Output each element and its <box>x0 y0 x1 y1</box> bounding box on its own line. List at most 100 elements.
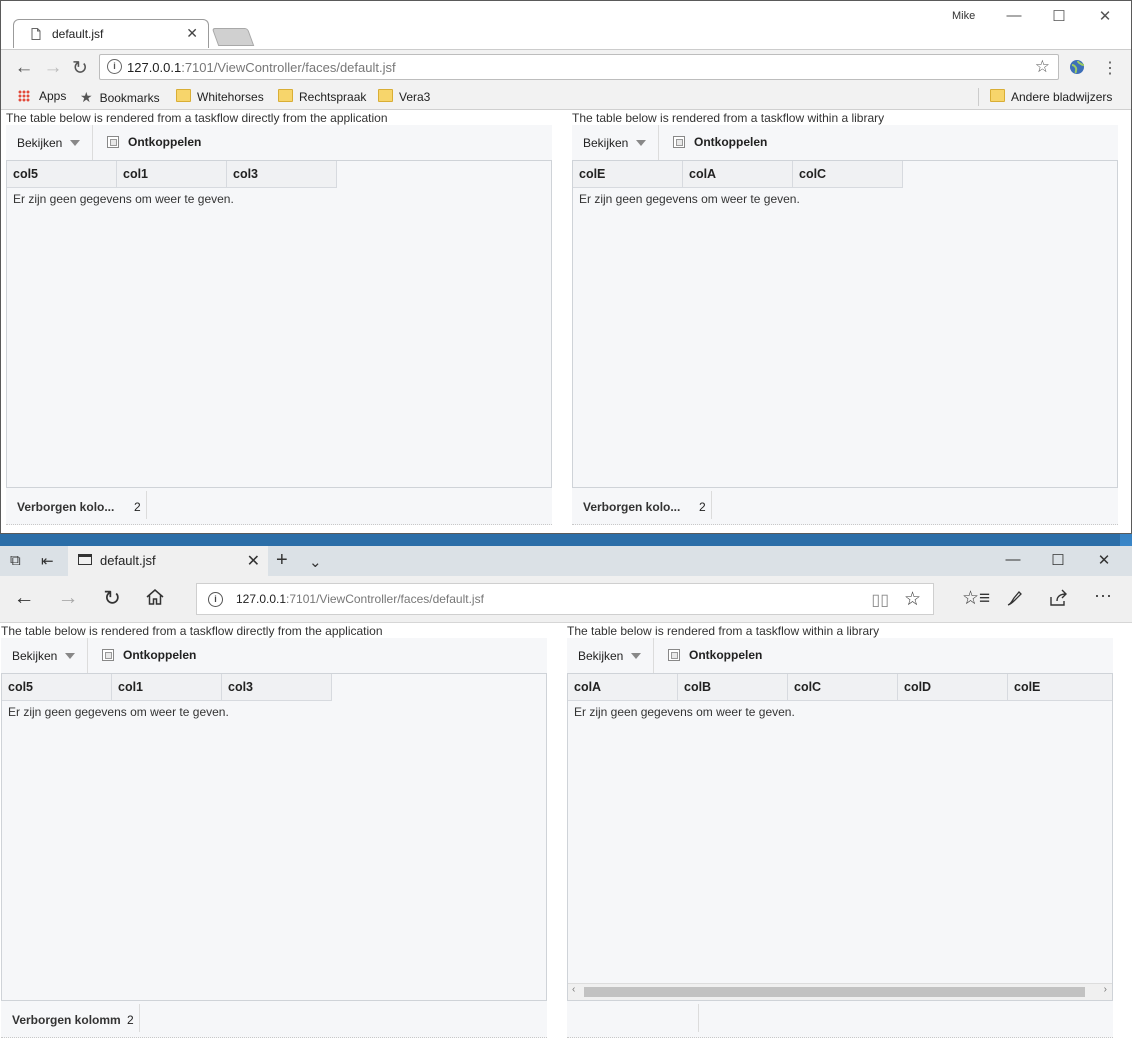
profile-name[interactable]: Mike <box>952 10 975 22</box>
bookmark-star-icon[interactable]: ☆ <box>1035 57 1050 77</box>
toolbar-separator <box>87 638 88 673</box>
forward-arrow-icon[interactable]: → <box>55 586 81 610</box>
edge-tab-title: default.jsf <box>100 553 156 568</box>
bookmark-whitehorses[interactable]: Whitehorses <box>176 89 264 104</box>
horizontal-scrollbar[interactable]: ‹ › <box>568 983 1112 1000</box>
view-menu-button[interactable]: Bekijken <box>583 136 647 150</box>
library-taskflow-panel: The table below is rendered from a taskf… <box>567 623 1113 1038</box>
chrome-window: default.jsf ✕ Mike — ☐ ✕ ← → ↻ i 127.0.0… <box>0 0 1132 534</box>
close-window-icon[interactable]: ✕ <box>1095 7 1115 25</box>
dropdown-arrow-icon <box>65 653 76 659</box>
forward-arrow-icon[interactable]: → <box>41 57 65 79</box>
column-header[interactable]: col1 <box>112 674 222 700</box>
folder-icon <box>176 89 191 102</box>
detach-button[interactable]: Ontkoppelen <box>107 135 201 149</box>
data-table: colE colA colC Er zijn geen gegevens om … <box>572 160 1118 488</box>
set-aside-tabs-icon[interactable]: ⇤ <box>41 552 54 570</box>
column-header[interactable]: col3 <box>227 161 337 187</box>
table-toolbar: Bekijken Ontkoppelen <box>572 125 1118 160</box>
data-table: colA colB colC colD colE Er zijn geen ge… <box>567 673 1113 1001</box>
column-header[interactable]: colB <box>678 674 788 700</box>
home-icon[interactable] <box>145 587 165 610</box>
address-bar[interactable]: i 127.0.0.1:7101/ViewController/faces/de… <box>196 583 934 615</box>
edge-toolbar: ← → ↻ i 127.0.0.1:7101/ViewController/fa… <box>0 576 1132 623</box>
column-header[interactable]: colE <box>1008 674 1112 700</box>
data-table: col5 col1 col3 Er zijn geen gegevens om … <box>6 160 552 488</box>
empty-table-message: Er zijn geen gegevens om weer te geven. <box>13 192 234 206</box>
hidden-columns-count: 2 <box>699 500 706 514</box>
share-icon[interactable] <box>1048 588 1070 611</box>
page-icon <box>78 554 92 565</box>
column-header[interactable]: colA <box>568 674 678 700</box>
more-dots-icon[interactable]: ··· <box>1094 585 1112 606</box>
view-menu-button[interactable]: Bekijken <box>12 649 76 663</box>
tab-sets-icon[interactable]: ⧉ <box>10 552 21 569</box>
reading-view-icon[interactable]: ▯▯ <box>871 590 889 610</box>
column-header[interactable]: col5 <box>2 674 112 700</box>
minimize-icon[interactable]: — <box>1004 7 1024 24</box>
app-taskflow-panel: The table below is rendered from a taskf… <box>6 110 552 525</box>
reload-icon[interactable]: ↻ <box>68 57 92 80</box>
maximize-icon[interactable]: ☐ <box>1049 7 1069 25</box>
status-separator <box>711 491 712 519</box>
address-bar[interactable]: i 127.0.0.1:7101/ViewController/faces/de… <box>99 54 1059 80</box>
url-text[interactable]: 127.0.0.1:7101/ViewController/faces/defa… <box>236 592 484 606</box>
favorite-star-icon[interactable]: ☆ <box>904 588 921 611</box>
dropdown-arrow-icon <box>636 140 647 146</box>
chevron-down-icon[interactable]: ⌄ <box>309 553 322 571</box>
scroll-left-icon[interactable]: ‹ <box>572 984 575 995</box>
info-icon[interactable]: i <box>107 59 122 74</box>
bookmark-apps[interactable]: Apps <box>18 89 66 103</box>
bookmark-vera3[interactable]: Vera3 <box>378 89 430 104</box>
view-menu-button[interactable]: Bekijken <box>578 649 642 663</box>
scrollbar-thumb[interactable] <box>584 987 1085 997</box>
reload-icon[interactable]: ↻ <box>99 586 125 611</box>
close-window-icon[interactable]: ✕ <box>1094 551 1114 569</box>
view-menu-button[interactable]: Bekijken <box>17 136 81 150</box>
detach-button[interactable]: Ontkoppelen <box>102 648 196 662</box>
column-header[interactable]: colE <box>573 161 683 187</box>
detach-button[interactable]: Ontkoppelen <box>668 648 762 662</box>
toolbar-separator <box>92 125 93 160</box>
column-header[interactable]: colC <box>793 161 903 187</box>
info-icon[interactable]: i <box>208 592 223 607</box>
table-header: colA colB colC colD colE <box>568 674 1112 701</box>
dropdown-arrow-icon <box>631 653 642 659</box>
url-text[interactable]: 127.0.0.1:7101/ViewController/faces/defa… <box>127 60 396 75</box>
toolbar-separator <box>653 638 654 673</box>
column-header[interactable]: col5 <box>7 161 117 187</box>
column-header[interactable]: colC <box>788 674 898 700</box>
maximize-icon[interactable]: ☐ <box>1048 551 1068 569</box>
column-header[interactable]: col3 <box>222 674 332 700</box>
table-status-bar: Verborgen kolomm 2 <box>1 1001 547 1038</box>
table-header: colE colA colC <box>573 161 903 188</box>
edge-window: ⧉ ⇤ default.jsf ✕ + ⌄ — ☐ ✕ ← → ↻ i 127.… <box>0 546 1132 1041</box>
column-header[interactable]: colD <box>898 674 1008 700</box>
close-tab-icon[interactable]: ✕ <box>186 25 198 42</box>
bookmark-other[interactable]: Andere bladwijzers <box>990 89 1112 104</box>
new-tab-icon[interactable]: + <box>276 549 288 572</box>
minimize-icon[interactable]: — <box>1003 551 1023 568</box>
new-tab-button[interactable] <box>211 28 255 46</box>
menu-dots-icon[interactable]: ⋮ <box>1102 58 1118 78</box>
close-tab-icon[interactable]: ✕ <box>247 551 260 571</box>
edge-tab[interactable]: default.jsf ✕ <box>68 546 268 576</box>
table-header: col5 col1 col3 <box>7 161 337 188</box>
empty-table-message: Er zijn geen gegevens om weer te geven. <box>574 705 795 719</box>
scroll-right-icon[interactable]: › <box>1104 984 1107 995</box>
extension-globe-icon[interactable] <box>1069 59 1085 78</box>
favorites-hub-icon[interactable]: ☆≡ <box>962 587 990 610</box>
hidden-columns-label: Verborgen kolo... <box>583 500 681 514</box>
chrome-tab[interactable]: default.jsf ✕ <box>13 19 209 48</box>
detach-icon <box>107 136 119 148</box>
web-note-icon[interactable] <box>1005 588 1025 611</box>
column-header[interactable]: col1 <box>117 161 227 187</box>
back-arrow-icon[interactable]: ← <box>12 57 36 79</box>
column-header[interactable]: colA <box>683 161 793 187</box>
back-arrow-icon[interactable]: ← <box>11 586 37 610</box>
library-taskflow-panel: The table below is rendered from a taskf… <box>572 110 1118 525</box>
bookmark-bookmarks[interactable]: ★ Bookmarks <box>80 89 160 106</box>
table-status-bar <box>567 1001 1113 1038</box>
bookmark-rechtspraak[interactable]: Rechtspraak <box>278 89 366 104</box>
detach-button[interactable]: Ontkoppelen <box>673 135 767 149</box>
